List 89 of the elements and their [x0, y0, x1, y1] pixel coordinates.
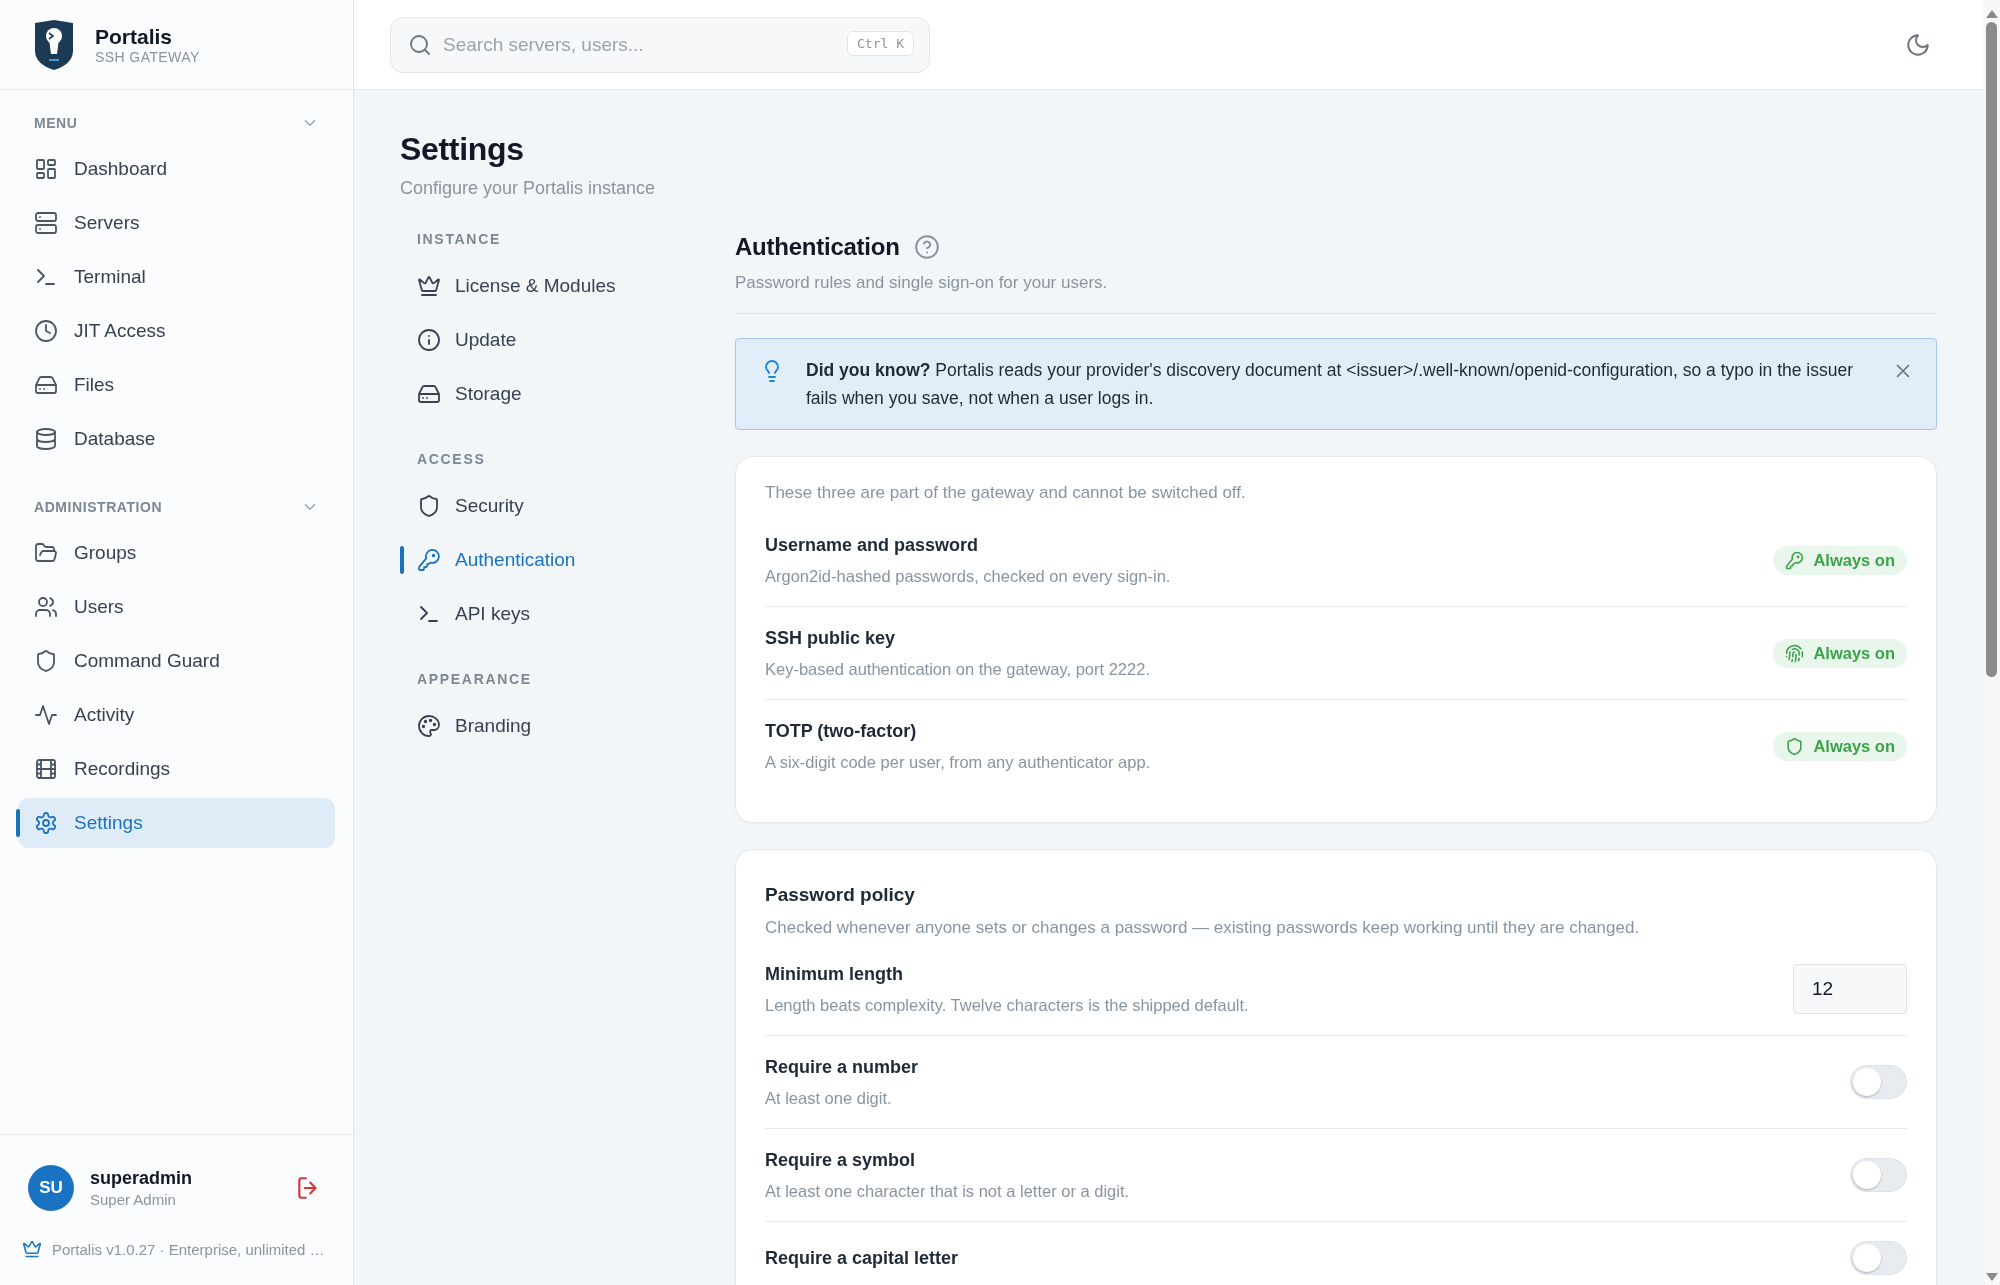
number-field[interactable]: 12 [1793, 964, 1907, 1014]
scroll-up-icon[interactable] [1985, 10, 1998, 18]
settings-icon [34, 811, 58, 835]
settings-nav-item[interactable]: Branding [400, 699, 690, 753]
group-label: ACCESS [416, 450, 487, 469]
sidebar-item[interactable]: Terminal [18, 252, 335, 302]
group-label: APPEARANCE [416, 670, 533, 689]
users-icon [34, 595, 58, 619]
sidebar-item[interactable]: Files [18, 360, 335, 410]
toggle-switch[interactable] [1850, 1158, 1907, 1192]
sidebar-item[interactable]: Command Guard [18, 636, 335, 686]
version-text: Portalis v1.0.27 · Enterprise, unlimited … [52, 1240, 325, 1258]
settings-nav-item[interactable]: Storage [400, 367, 690, 421]
sidebar-item[interactable]: Settings [18, 798, 335, 848]
crown-icon [22, 1239, 42, 1259]
palette-icon [417, 714, 441, 738]
settings-nav-item[interactable]: Update [400, 313, 690, 367]
setting-title: Minimum length [765, 963, 904, 986]
setting-description: Length beats complexity. Twelve characters is the shipped default. [765, 995, 1250, 1016]
sidebar-item[interactable]: Dashboard [18, 144, 335, 194]
setting-description: At least one digit. [765, 1088, 893, 1109]
card-title: Password policy [765, 884, 916, 906]
scrollbar-thumb[interactable] [1986, 22, 1997, 677]
key-icon [1785, 550, 1805, 570]
brand-name: Portalis [95, 24, 174, 49]
logo-icon [33, 18, 75, 71]
section-label: MENU [34, 115, 78, 131]
sidebar-item[interactable]: JIT Access [18, 306, 335, 356]
database-icon [34, 427, 58, 451]
pulse-icon [34, 703, 58, 727]
scroll-down-icon[interactable] [1985, 1273, 1998, 1281]
section-title: Authentication [735, 233, 900, 261]
fingerprint-icon [1785, 643, 1805, 663]
setting-title: Require a number [765, 1056, 920, 1079]
setting-description: Argon2id-hashed passwords, checked on every sign-in. [765, 566, 1172, 587]
setting-title: Username and password [765, 534, 980, 557]
clock-icon [34, 319, 58, 343]
user-role: Super Admin [90, 1191, 177, 1208]
setting-title: TOTP (two-factor) [765, 720, 918, 743]
user-name: superadmin [90, 1168, 193, 1189]
card-intro: These three are part of the gateway and cannot be switched off. [765, 483, 1247, 503]
sidebar-item[interactable]: Recordings [18, 744, 335, 794]
setting-description: Key-based authentication on the gateway, port 2222. [765, 659, 1151, 680]
grid-icon [34, 157, 58, 181]
setting-title: Require a capital letter [765, 1247, 960, 1270]
page-subtitle: Configure your Portalis instance [400, 178, 657, 199]
drive-icon [417, 382, 441, 406]
badge-label: Always on [1813, 736, 1895, 756]
toggle-switch[interactable] [1850, 1065, 1907, 1099]
section-label: ADMINISTRATION [34, 499, 163, 515]
info-icon [417, 328, 441, 352]
setting-title: SSH public key [765, 627, 897, 650]
shield-icon [34, 649, 58, 673]
card-description: Checked whenever anyone sets or changes a password — existing passwords keep working until they are changed. [765, 918, 1641, 938]
toggle-switch[interactable] [1850, 1241, 1907, 1275]
setting-title: Require a symbol [765, 1149, 917, 1172]
search-icon [408, 32, 432, 57]
badge-label: Always on [1813, 643, 1895, 663]
help-button[interactable] [913, 234, 940, 260]
shield-icon [1785, 736, 1805, 756]
settings-nav-item[interactable]: Security [400, 479, 690, 533]
badge-label: Always on [1813, 550, 1895, 570]
sidebar-item[interactable]: Servers [18, 198, 335, 248]
sidebar-item[interactable]: Groups [18, 528, 335, 578]
theme-toggle[interactable] [1905, 31, 1931, 58]
tip-text: Did you know? Portalis reads your provider's discovery document at <issuer>/.well-known/openid-configuration, so a typo in the issuer fails when you save, not when a user logs in. [806, 359, 1854, 410]
key-icon [417, 548, 441, 572]
settings-nav-item[interactable]: Authentication [400, 533, 690, 587]
moon-icon [1905, 31, 1931, 58]
sidebar-item[interactable]: Activity [18, 690, 335, 740]
avatar: SU [28, 1165, 74, 1211]
sidebar-item[interactable]: Database [18, 414, 335, 464]
brand-tagline: SSH GATEWAY [95, 48, 200, 65]
server-icon [34, 211, 58, 235]
settings-nav-item[interactable]: API keys [400, 587, 690, 641]
sidebar-item[interactable]: Users [18, 582, 335, 632]
setting-description: At least one character that is not a letter or a digit. [765, 1181, 1131, 1202]
shield-icon [417, 494, 441, 518]
folder-icon [34, 541, 58, 565]
settings-nav-item[interactable]: License & Modules [400, 259, 690, 313]
shortcut-key: Ctrl K [847, 30, 914, 56]
section-subtitle: Password rules and single sign-on for your users. [735, 273, 1937, 314]
page-title: Settings [400, 130, 525, 169]
help-icon [913, 234, 940, 260]
drive-icon [34, 373, 58, 397]
film-icon [34, 757, 58, 781]
group-label: INSTANCE [416, 230, 502, 249]
setting-description: A six-digit code per user, from any authenticator app. [765, 752, 1152, 773]
crown-icon [417, 274, 441, 298]
